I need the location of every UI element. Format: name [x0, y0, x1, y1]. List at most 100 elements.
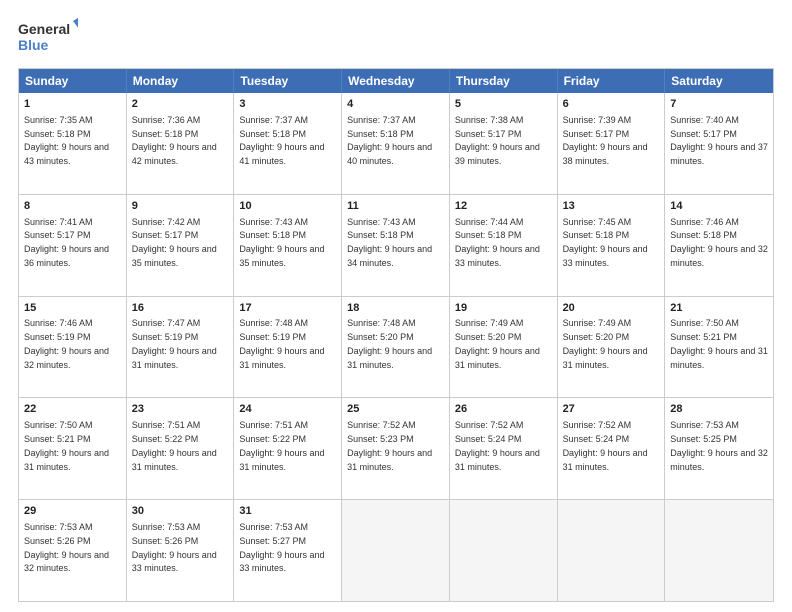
- logo-svg: General Blue: [18, 16, 78, 58]
- day-info: Sunrise: 7:46 AMSunset: 5:19 PMDaylight:…: [24, 318, 109, 369]
- calendar-body: 1 Sunrise: 7:35 AMSunset: 5:18 PMDayligh…: [19, 93, 773, 601]
- day-cell-21: 21 Sunrise: 7:50 AMSunset: 5:21 PMDaylig…: [665, 297, 773, 398]
- header-day-wednesday: Wednesday: [342, 69, 450, 93]
- logo: General Blue: [18, 16, 78, 58]
- calendar-row-1: 1 Sunrise: 7:35 AMSunset: 5:18 PMDayligh…: [19, 93, 773, 194]
- svg-text:Blue: Blue: [18, 37, 49, 53]
- day-number: 25: [347, 402, 444, 417]
- day-info: Sunrise: 7:51 AMSunset: 5:22 PMDaylight:…: [132, 420, 217, 471]
- day-number: 22: [24, 402, 121, 417]
- day-cell-28: 28 Sunrise: 7:53 AMSunset: 5:25 PMDaylig…: [665, 398, 773, 499]
- day-cell-19: 19 Sunrise: 7:49 AMSunset: 5:20 PMDaylig…: [450, 297, 558, 398]
- day-number: 24: [239, 402, 336, 417]
- day-cell-5: 5 Sunrise: 7:38 AMSunset: 5:17 PMDayligh…: [450, 93, 558, 194]
- day-info: Sunrise: 7:50 AMSunset: 5:21 PMDaylight:…: [24, 420, 109, 471]
- day-info: Sunrise: 7:47 AMSunset: 5:19 PMDaylight:…: [132, 318, 217, 369]
- day-number: 5: [455, 97, 552, 112]
- calendar-row-4: 22 Sunrise: 7:50 AMSunset: 5:21 PMDaylig…: [19, 397, 773, 499]
- day-cell-11: 11 Sunrise: 7:43 AMSunset: 5:18 PMDaylig…: [342, 195, 450, 296]
- day-info: Sunrise: 7:41 AMSunset: 5:17 PMDaylight:…: [24, 217, 109, 268]
- calendar: SundayMondayTuesdayWednesdayThursdayFrid…: [18, 68, 774, 602]
- day-cell-4: 4 Sunrise: 7:37 AMSunset: 5:18 PMDayligh…: [342, 93, 450, 194]
- day-number: 6: [563, 97, 660, 112]
- day-number: 21: [670, 301, 768, 316]
- day-info: Sunrise: 7:36 AMSunset: 5:18 PMDaylight:…: [132, 115, 217, 166]
- day-number: 8: [24, 199, 121, 214]
- day-number: 12: [455, 199, 552, 214]
- day-info: Sunrise: 7:43 AMSunset: 5:18 PMDaylight:…: [347, 217, 432, 268]
- day-info: Sunrise: 7:53 AMSunset: 5:25 PMDaylight:…: [670, 420, 768, 471]
- day-info: Sunrise: 7:43 AMSunset: 5:18 PMDaylight:…: [239, 217, 324, 268]
- day-info: Sunrise: 7:37 AMSunset: 5:18 PMDaylight:…: [347, 115, 432, 166]
- day-number: 14: [670, 199, 768, 214]
- day-cell-29: 29 Sunrise: 7:53 AMSunset: 5:26 PMDaylig…: [19, 500, 127, 601]
- day-info: Sunrise: 7:39 AMSunset: 5:17 PMDaylight:…: [563, 115, 648, 166]
- day-cell-22: 22 Sunrise: 7:50 AMSunset: 5:21 PMDaylig…: [19, 398, 127, 499]
- day-number: 2: [132, 97, 229, 112]
- day-cell-9: 9 Sunrise: 7:42 AMSunset: 5:17 PMDayligh…: [127, 195, 235, 296]
- day-info: Sunrise: 7:49 AMSunset: 5:20 PMDaylight:…: [455, 318, 540, 369]
- day-info: Sunrise: 7:49 AMSunset: 5:20 PMDaylight:…: [563, 318, 648, 369]
- day-cell-10: 10 Sunrise: 7:43 AMSunset: 5:18 PMDaylig…: [234, 195, 342, 296]
- calendar-row-3: 15 Sunrise: 7:46 AMSunset: 5:19 PMDaylig…: [19, 296, 773, 398]
- day-number: 26: [455, 402, 552, 417]
- day-number: 30: [132, 504, 229, 519]
- header: General Blue: [18, 16, 774, 58]
- day-info: Sunrise: 7:46 AMSunset: 5:18 PMDaylight:…: [670, 217, 768, 268]
- day-info: Sunrise: 7:40 AMSunset: 5:17 PMDaylight:…: [670, 115, 768, 166]
- day-number: 31: [239, 504, 336, 519]
- day-cell-30: 30 Sunrise: 7:53 AMSunset: 5:26 PMDaylig…: [127, 500, 235, 601]
- svg-text:General: General: [18, 21, 70, 37]
- day-cell-23: 23 Sunrise: 7:51 AMSunset: 5:22 PMDaylig…: [127, 398, 235, 499]
- day-info: Sunrise: 7:53 AMSunset: 5:26 PMDaylight:…: [132, 522, 217, 573]
- day-cell-27: 27 Sunrise: 7:52 AMSunset: 5:24 PMDaylig…: [558, 398, 666, 499]
- calendar-row-2: 8 Sunrise: 7:41 AMSunset: 5:17 PMDayligh…: [19, 194, 773, 296]
- day-number: 3: [239, 97, 336, 112]
- day-cell-15: 15 Sunrise: 7:46 AMSunset: 5:19 PMDaylig…: [19, 297, 127, 398]
- header-day-thursday: Thursday: [450, 69, 558, 93]
- day-number: 4: [347, 97, 444, 112]
- day-cell-24: 24 Sunrise: 7:51 AMSunset: 5:22 PMDaylig…: [234, 398, 342, 499]
- day-info: Sunrise: 7:35 AMSunset: 5:18 PMDaylight:…: [24, 115, 109, 166]
- day-info: Sunrise: 7:45 AMSunset: 5:18 PMDaylight:…: [563, 217, 648, 268]
- day-number: 11: [347, 199, 444, 214]
- day-info: Sunrise: 7:44 AMSunset: 5:18 PMDaylight:…: [455, 217, 540, 268]
- header-day-tuesday: Tuesday: [234, 69, 342, 93]
- day-number: 27: [563, 402, 660, 417]
- empty-cell: [450, 500, 558, 601]
- header-day-friday: Friday: [558, 69, 666, 93]
- day-info: Sunrise: 7:48 AMSunset: 5:20 PMDaylight:…: [347, 318, 432, 369]
- day-cell-3: 3 Sunrise: 7:37 AMSunset: 5:18 PMDayligh…: [234, 93, 342, 194]
- day-cell-17: 17 Sunrise: 7:48 AMSunset: 5:19 PMDaylig…: [234, 297, 342, 398]
- day-number: 13: [563, 199, 660, 214]
- day-number: 23: [132, 402, 229, 417]
- day-cell-12: 12 Sunrise: 7:44 AMSunset: 5:18 PMDaylig…: [450, 195, 558, 296]
- calendar-row-5: 29 Sunrise: 7:53 AMSunset: 5:26 PMDaylig…: [19, 499, 773, 601]
- day-cell-6: 6 Sunrise: 7:39 AMSunset: 5:17 PMDayligh…: [558, 93, 666, 194]
- day-number: 16: [132, 301, 229, 316]
- day-number: 20: [563, 301, 660, 316]
- day-cell-26: 26 Sunrise: 7:52 AMSunset: 5:24 PMDaylig…: [450, 398, 558, 499]
- day-number: 10: [239, 199, 336, 214]
- day-info: Sunrise: 7:52 AMSunset: 5:23 PMDaylight:…: [347, 420, 432, 471]
- day-number: 17: [239, 301, 336, 316]
- day-cell-16: 16 Sunrise: 7:47 AMSunset: 5:19 PMDaylig…: [127, 297, 235, 398]
- day-info: Sunrise: 7:42 AMSunset: 5:17 PMDaylight:…: [132, 217, 217, 268]
- day-cell-8: 8 Sunrise: 7:41 AMSunset: 5:17 PMDayligh…: [19, 195, 127, 296]
- header-day-sunday: Sunday: [19, 69, 127, 93]
- day-cell-14: 14 Sunrise: 7:46 AMSunset: 5:18 PMDaylig…: [665, 195, 773, 296]
- day-number: 15: [24, 301, 121, 316]
- header-day-saturday: Saturday: [665, 69, 773, 93]
- header-day-monday: Monday: [127, 69, 235, 93]
- day-cell-18: 18 Sunrise: 7:48 AMSunset: 5:20 PMDaylig…: [342, 297, 450, 398]
- day-info: Sunrise: 7:48 AMSunset: 5:19 PMDaylight:…: [239, 318, 324, 369]
- page: General Blue SundayMondayTuesdayWednesda…: [0, 0, 792, 612]
- day-number: 18: [347, 301, 444, 316]
- day-number: 1: [24, 97, 121, 112]
- day-info: Sunrise: 7:53 AMSunset: 5:26 PMDaylight:…: [24, 522, 109, 573]
- day-number: 29: [24, 504, 121, 519]
- day-number: 7: [670, 97, 768, 112]
- empty-cell: [665, 500, 773, 601]
- day-info: Sunrise: 7:51 AMSunset: 5:22 PMDaylight:…: [239, 420, 324, 471]
- day-cell-20: 20 Sunrise: 7:49 AMSunset: 5:20 PMDaylig…: [558, 297, 666, 398]
